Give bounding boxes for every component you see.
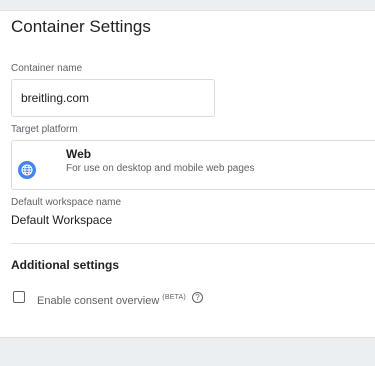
bottom-background [0,338,375,366]
consent-overview-checkbox[interactable] [13,291,25,303]
default-workspace-label: Default workspace name [11,197,122,208]
platform-description: For use on desktop and mobile web pages [66,163,255,174]
beta-badge: (BETA) [162,294,186,301]
container-name-value: breitling.com [21,91,90,105]
section-divider [11,243,375,244]
container-name-label: Container name [11,63,83,74]
platform-name: Web [66,147,92,161]
globe-icon [18,161,36,179]
page-title: Container Settings [11,17,151,36]
additional-settings-heading: Additional settings [11,258,119,272]
target-platform-label: Target platform [11,124,78,135]
consent-overview-label[interactable]: Enable consent overview (BETA) [37,294,186,307]
top-background [0,0,375,10]
help-circle-icon[interactable]: ? [192,292,203,303]
consent-overview-text: Enable consent overview [37,295,160,307]
container-name-input[interactable]: breitling.com [11,79,215,117]
default-workspace-value: Default Workspace [11,213,113,227]
